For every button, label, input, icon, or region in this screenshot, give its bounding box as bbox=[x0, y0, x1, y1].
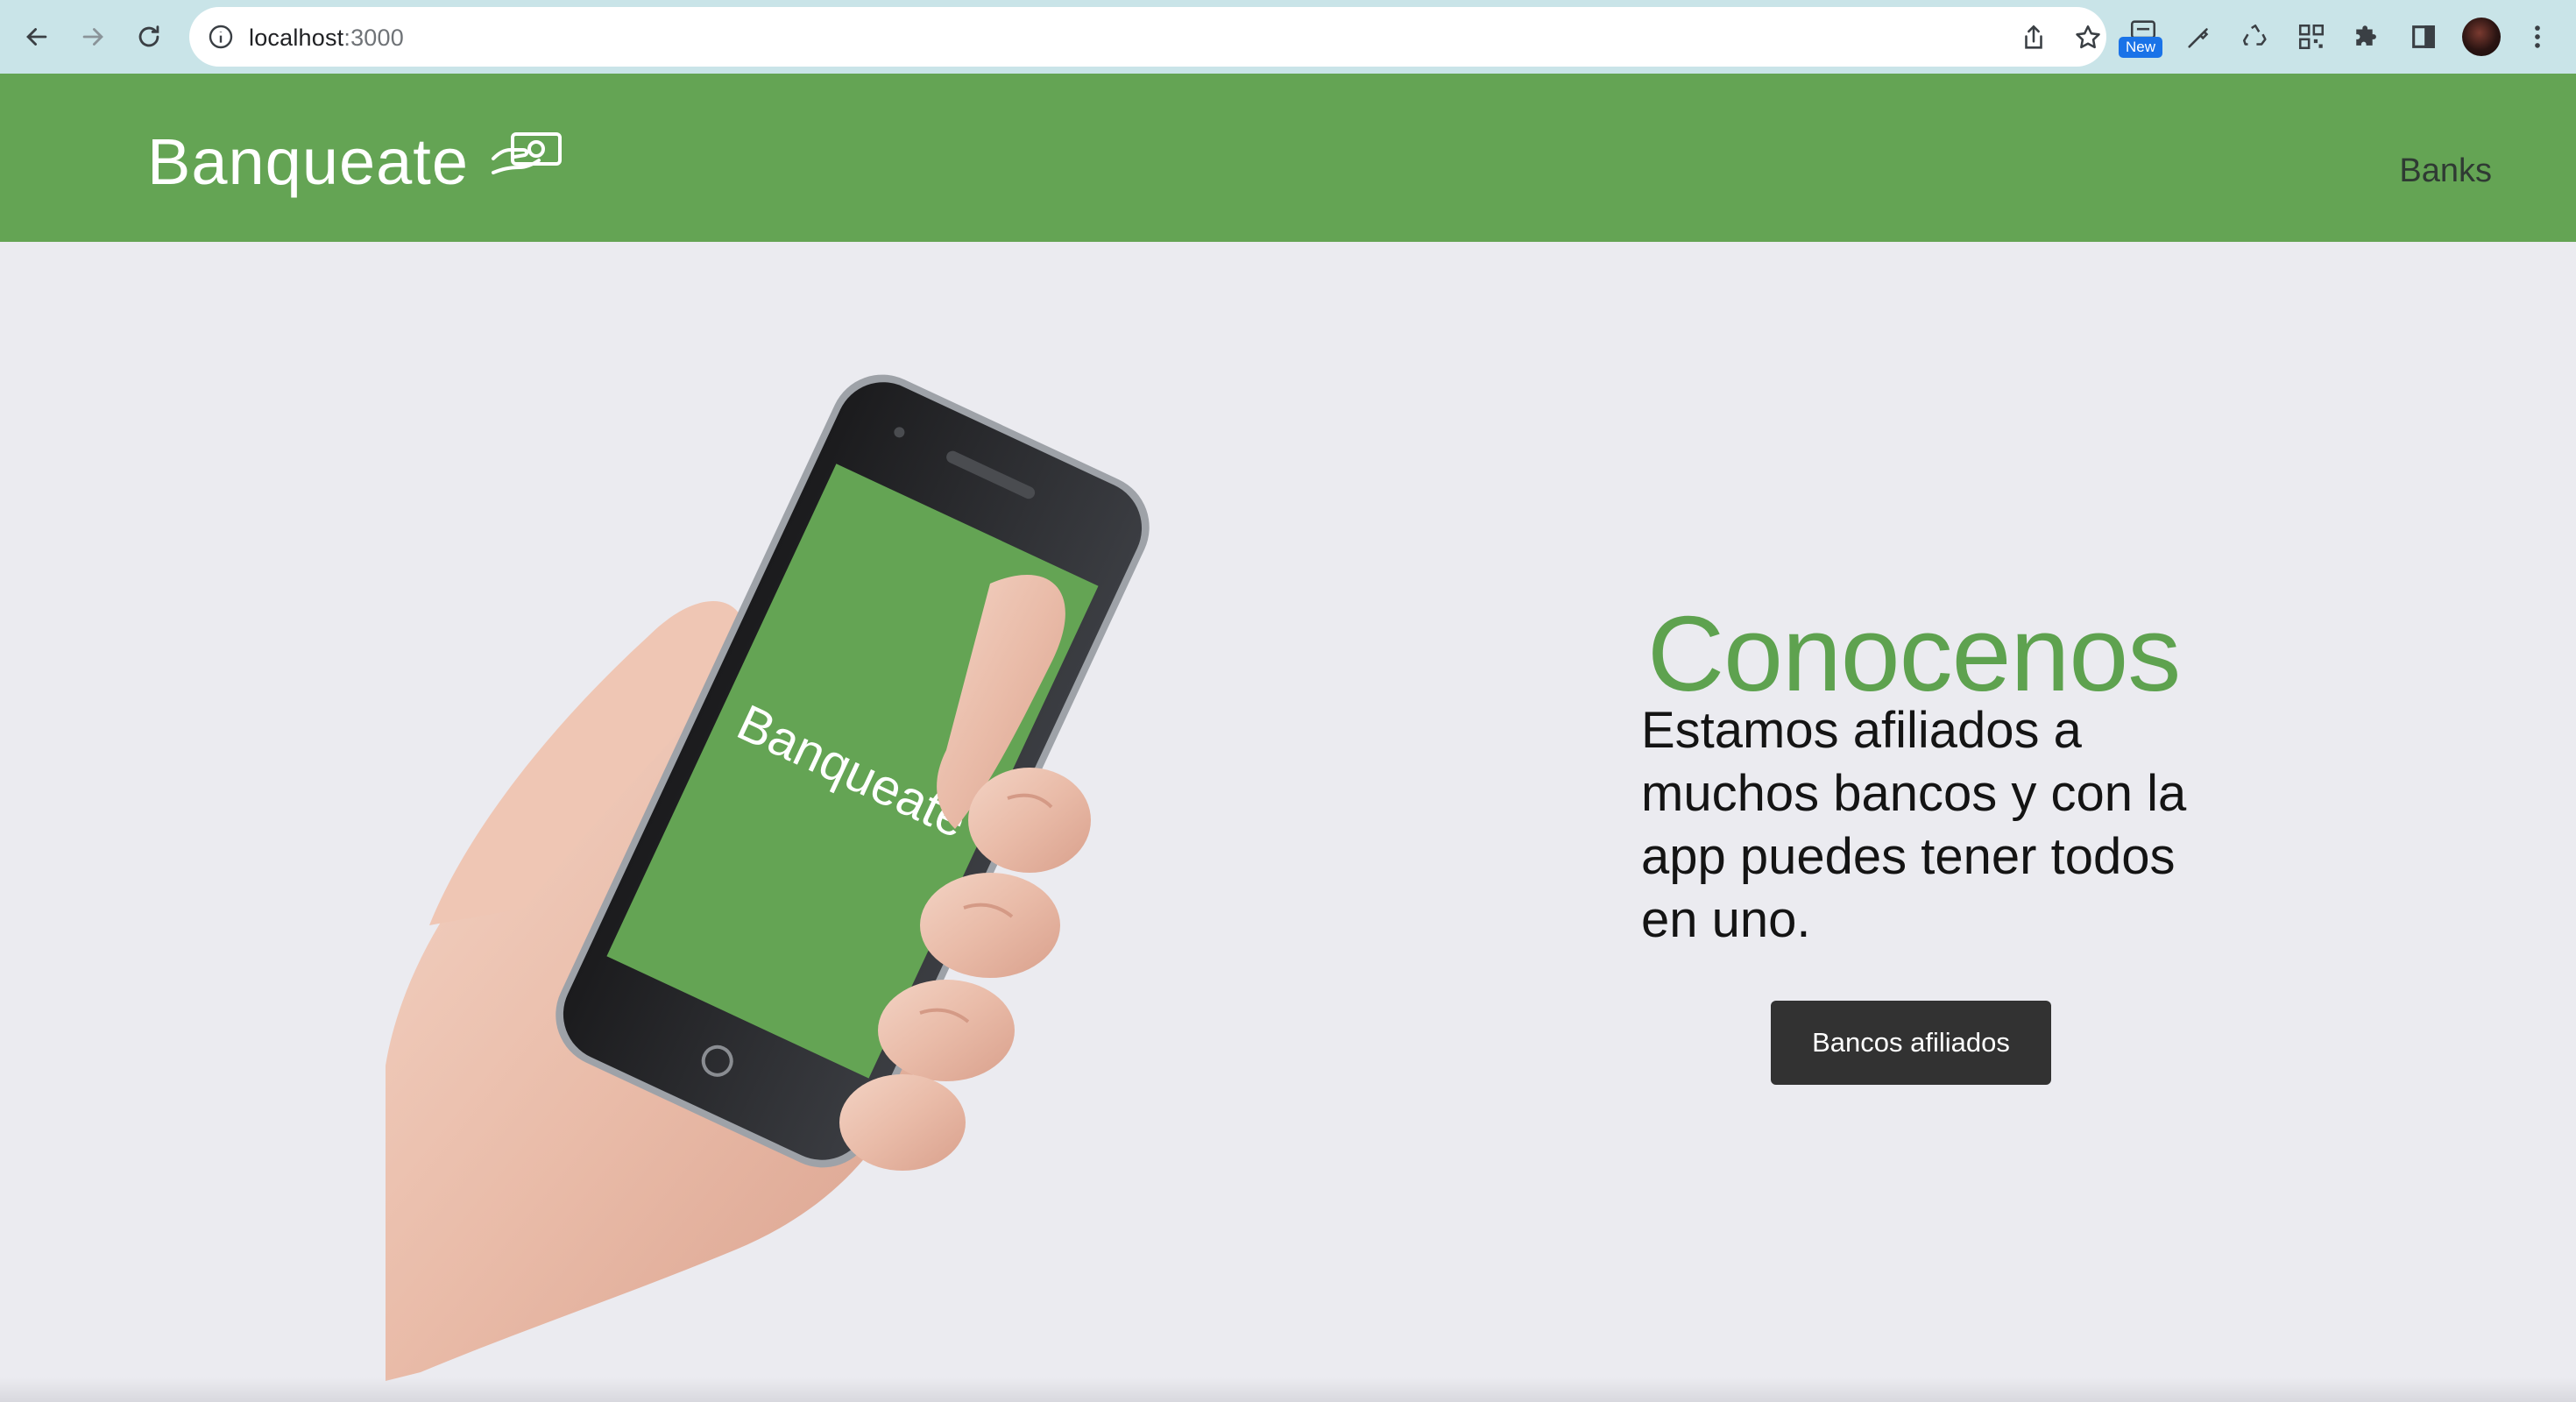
back-button[interactable] bbox=[16, 16, 58, 58]
new-badge: New bbox=[2119, 37, 2162, 58]
puzzle-icon bbox=[2356, 25, 2376, 46]
more-vertical-icon bbox=[2535, 25, 2540, 48]
hand-money-logo-icon bbox=[492, 131, 563, 174]
hero-section: Banqueate Conocenos Estamos afiliados a … bbox=[0, 242, 2576, 1402]
extension-dropper[interactable] bbox=[2182, 19, 2217, 54]
brand-name: Banqueate bbox=[147, 125, 470, 198]
bookmark-star-icon[interactable] bbox=[2073, 23, 2103, 53]
forward-button[interactable] bbox=[72, 16, 114, 58]
info-icon bbox=[209, 25, 233, 49]
brand-link[interactable]: Banqueate bbox=[147, 124, 565, 199]
extension-qr[interactable] bbox=[2294, 19, 2329, 54]
recycle-icon bbox=[2242, 24, 2267, 46]
qr-code-icon bbox=[2298, 24, 2325, 50]
url-text: localhost:3000 bbox=[249, 25, 404, 51]
hero-description: Estamos afiliados a muchos bancos y con … bbox=[1641, 702, 2187, 948]
profile-avatar[interactable] bbox=[2462, 18, 2501, 56]
hand-holding-phone-image: Banqueate bbox=[386, 374, 1150, 1381]
affiliated-banks-button[interactable]: Bancos afiliados bbox=[1771, 1001, 2051, 1085]
nav-banks-link[interactable]: Banks bbox=[2399, 152, 2492, 190]
browser-menu-button[interactable] bbox=[2520, 19, 2555, 54]
side-panel-icon bbox=[2412, 25, 2435, 48]
eyedropper-icon bbox=[2188, 28, 2209, 48]
reload-icon bbox=[138, 25, 159, 47]
extension-recycle[interactable] bbox=[2238, 19, 2273, 54]
arrow-right-icon bbox=[82, 28, 103, 46]
section-shadow bbox=[0, 1377, 2576, 1402]
reload-button[interactable] bbox=[128, 16, 170, 58]
arrow-left-icon bbox=[26, 28, 47, 46]
site-header: Banqueate Banks bbox=[0, 74, 2576, 242]
extensions-menu[interactable] bbox=[2350, 19, 2385, 54]
hero-title: Conocenos bbox=[1647, 594, 2181, 713]
address-bar[interactable]: localhost:3000 bbox=[189, 7, 2106, 67]
browser-toolbar: localhost:3000 New bbox=[0, 0, 2576, 74]
share-icon[interactable] bbox=[2019, 23, 2049, 53]
side-panel-button[interactable] bbox=[2406, 19, 2441, 54]
